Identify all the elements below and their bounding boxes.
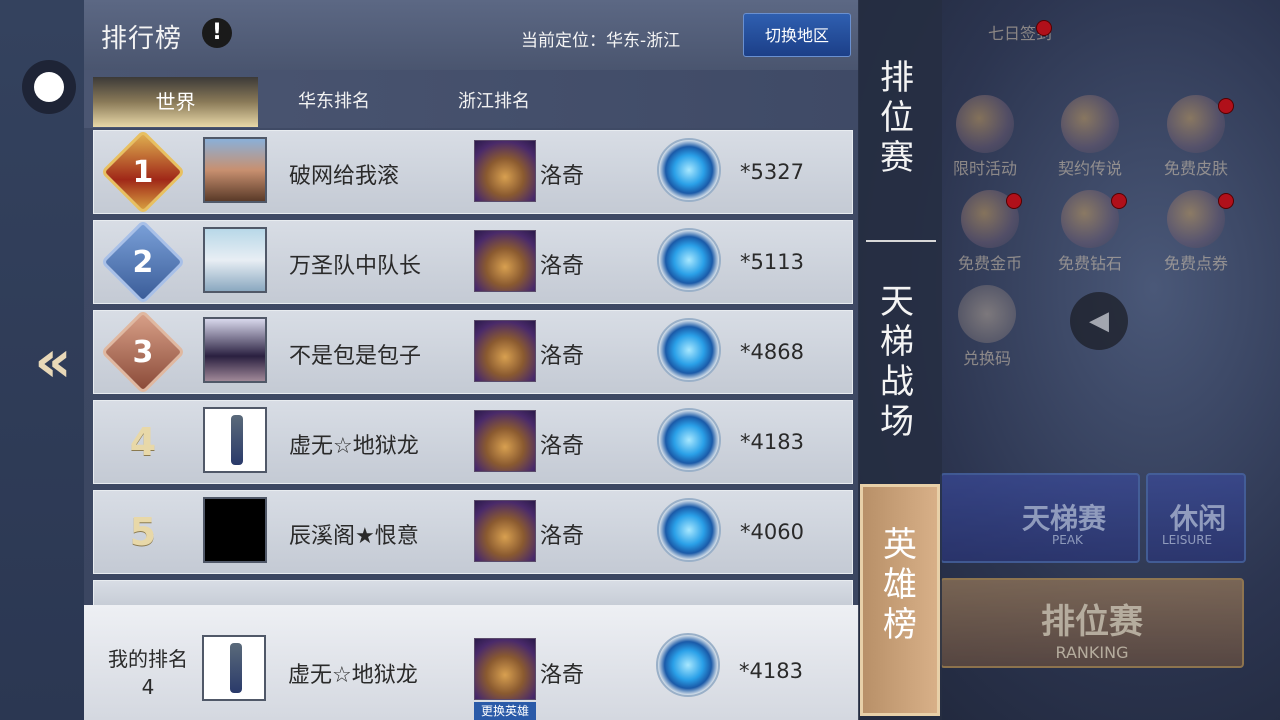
switch-region-button[interactable]: 切换地区 [743,13,851,57]
side-tab-ranked[interactable]: 排 位 赛 [858,58,936,178]
tab-east-china[interactable]: 华东排名 [274,77,394,127]
side-tab-hero-board[interactable]: 英 雄 榜 [860,484,940,716]
rank-medal-icon [657,318,721,382]
tab-world[interactable]: 世界 [93,77,258,127]
red-dot [1218,98,1234,114]
red-dot [1036,20,1052,36]
avatar[interactable] [202,635,266,701]
red-dot [1218,193,1234,209]
coupon-icon [1167,190,1225,248]
avatar[interactable] [203,227,267,293]
lobby-item-contract[interactable]: 契约传说 [1058,95,1122,179]
score: *4183 [739,659,803,683]
rank-number: 5 [129,510,157,554]
leisure-mode-button[interactable]: 休闲 LEISURE [1146,473,1246,563]
hero-portrait-icon [474,500,536,562]
hero-name: 洛奇 [540,254,585,279]
score: *5113 [740,250,804,274]
limited-event-icon [956,95,1014,153]
my-rank-number: 4 [141,675,155,699]
rank-medal-icon [656,633,720,697]
peak-mode-button[interactable]: 天梯赛 PEAK [940,473,1140,563]
hero-name: 洛奇 [540,344,585,369]
side-tab-ladder[interactable]: 天 梯 战 场 [858,282,936,442]
my-rank-bar: 我的排名 4 虚无☆地狱龙 更换英雄 洛奇 *4183 [84,605,859,720]
red-dot [1006,193,1022,209]
avatar[interactable] [203,317,267,383]
table-row[interactable]: 4 虚无☆地狱龙 洛奇 *4183 [93,400,853,484]
rank-badge-bronze: 3 [100,309,186,395]
hero-name: 洛奇 [540,434,585,459]
score: *4183 [740,430,804,454]
speaker-icon[interactable]: ◀ [1070,292,1128,350]
score: *4868 [740,340,804,364]
floating-menu-button[interactable] [22,60,76,114]
hero-portrait-icon [474,230,536,292]
divider [866,240,936,242]
hero-portrait-icon [474,410,536,472]
tab-zhejiang[interactable]: 浙江排名 [434,77,554,127]
current-location: 当前定位：华东-浙江 [521,31,681,51]
white-dot-icon [34,72,64,102]
ranking-mode-button[interactable]: 排位赛 RANKING [940,578,1244,668]
player-name: 不是包是包子 [289,344,422,369]
region-tabs: 世界 华东排名 浙江排名 [84,70,859,128]
ticket-icon [958,285,1016,343]
skin-icon [1167,95,1225,153]
player-name: 虚无☆地狱龙 [289,434,419,459]
change-hero-button[interactable]: 更换英雄 [474,702,536,720]
page-title: 排行榜 [101,24,183,54]
hero-portrait-icon [474,140,536,202]
lobby-item-limited[interactable]: 限时活动 [953,95,1017,179]
red-dot [1111,193,1127,209]
rank-medal-icon [657,228,721,292]
hero-portrait-icon [474,320,536,382]
hero-name: 洛奇 [540,663,585,688]
score: *5327 [740,160,804,184]
avatar[interactable] [203,407,267,473]
rank-medal-icon [657,408,721,472]
table-row[interactable]: 3 不是包是包子 洛奇 *4868 [93,309,853,395]
player-name: 破网给我滚 [289,164,400,189]
leaderboard-panel: 排行榜 ! 当前定位：华东-浙江 切换地区 世界 华东排名 浙江排名 1 破网给… [84,0,859,720]
player-name: 虚无☆地狱龙 [288,663,418,688]
table-row[interactable]: 1 破网给我滚 洛奇 *5327 [93,129,853,215]
table-row[interactable]: 5 辰溪阁★恨意 洛奇 *4060 [93,490,853,574]
lobby-item-redeem[interactable]: 兑换码 [958,285,1016,369]
hero-portrait-icon[interactable] [474,638,536,700]
contract-icon [1061,95,1119,153]
rank-medal-icon [657,138,721,202]
info-icon[interactable]: ! [202,18,232,48]
table-row[interactable]: 2 万圣队中队长 洛奇 *5113 [93,219,853,305]
score: *4060 [740,520,804,544]
rank-badge-silver: 2 [100,219,186,305]
back-chevron-icon[interactable]: « [30,332,76,390]
player-name: 万圣队中队长 [289,254,422,279]
side-menu: 排 位 赛 天 梯 战 场 英 雄 榜 [858,0,942,720]
rank-number: 4 [129,420,157,464]
hero-name: 洛奇 [540,164,585,189]
avatar[interactable] [203,497,267,563]
leaderboard-header: 排行榜 ! 当前定位：华东-浙江 切换地区 [84,0,859,70]
rank-badge-gold: 1 [100,129,186,215]
my-rank-label: 我的排名 [108,647,188,671]
avatar[interactable] [203,137,267,203]
rank-medal-icon [657,498,721,562]
hero-name: 洛奇 [540,524,585,549]
player-name: 辰溪阁★恨意 [289,524,419,549]
